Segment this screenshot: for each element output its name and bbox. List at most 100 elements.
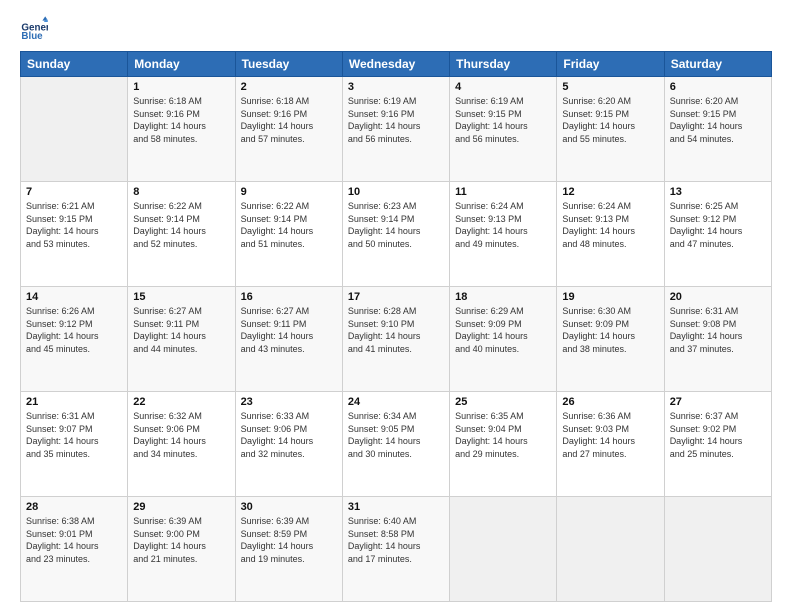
day-content: Sunrise: 6:29 AM Sunset: 9:09 PM Dayligh… — [455, 305, 551, 355]
day-cell: 16Sunrise: 6:27 AM Sunset: 9:11 PM Dayli… — [235, 287, 342, 392]
col-header-thursday: Thursday — [450, 52, 557, 77]
day-content: Sunrise: 6:33 AM Sunset: 9:06 PM Dayligh… — [241, 410, 337, 460]
day-cell — [450, 497, 557, 602]
col-header-sunday: Sunday — [21, 52, 128, 77]
day-content: Sunrise: 6:34 AM Sunset: 9:05 PM Dayligh… — [348, 410, 444, 460]
day-cell: 6 Sunrise: 6:20 AM Sunset: 9:15 PM Daylig… — [664, 77, 771, 182]
day-number: 12 — [562, 186, 658, 198]
day-content: Sunrise: 6:19 AM Sunset: 9:15 PM Dayligh… — [455, 95, 551, 145]
day-number: 1 — [133, 81, 229, 93]
day-number: 20 — [670, 291, 766, 303]
day-content: Sunrise: 6:27 AM Sunset: 9:11 PM Dayligh… — [133, 305, 229, 355]
day-content: Sunrise: 6:35 AM Sunset: 9:04 PM Dayligh… — [455, 410, 551, 460]
day-number: 14 — [26, 291, 122, 303]
day-content: Sunrise: 6:20 AM Sunset: 9:15 PM Dayligh… — [562, 95, 658, 145]
week-row-2: 7 Sunrise: 6:21 AM Sunset: 9:15 PM Daylig… — [21, 182, 772, 287]
day-number: 5 — [562, 81, 658, 93]
day-content: Sunrise: 6:32 AM Sunset: 9:06 PM Dayligh… — [133, 410, 229, 460]
week-row-5: 28 Sunrise: 6:38 AM Sunset: 9:01 PM Dayli… — [21, 497, 772, 602]
day-content: Sunrise: 6:39 AM Sunset: 9:00 PM Dayligh… — [133, 515, 229, 565]
day-cell: 24 Sunrise: 6:34 AM Sunset: 9:05 PM Dayli… — [342, 392, 449, 497]
day-number: 10 — [348, 186, 444, 198]
day-number: 27 — [670, 396, 766, 408]
column-headers: SundayMondayTuesdayWednesdayThursdayFrid… — [21, 52, 772, 77]
day-cell: 23 Sunrise: 6:33 AM Sunset: 9:06 PM Dayli… — [235, 392, 342, 497]
day-number: 7 — [26, 186, 122, 198]
day-content: Sunrise: 6:24 AM Sunset: 9:13 PM Dayligh… — [562, 200, 658, 250]
day-number: 8 — [133, 186, 229, 198]
day-content: Sunrise: 6:18 AM Sunset: 9:16 PM Dayligh… — [133, 95, 229, 145]
day-content: Sunrise: 6:38 AM Sunset: 9:01 PM Dayligh… — [26, 515, 122, 565]
day-content: Sunrise: 6:26 AM Sunset: 9:12 PM Dayligh… — [26, 305, 122, 355]
day-cell: 1 Sunrise: 6:18 AM Sunset: 9:16 PM Daylig… — [128, 77, 235, 182]
week-row-1: 1 Sunrise: 6:18 AM Sunset: 9:16 PM Daylig… — [21, 77, 772, 182]
day-number: 28 — [26, 501, 122, 513]
day-content: Sunrise: 6:21 AM Sunset: 9:15 PM Dayligh… — [26, 200, 122, 250]
day-number: 18 — [455, 291, 551, 303]
day-content: Sunrise: 6:37 AM Sunset: 9:02 PM Dayligh… — [670, 410, 766, 460]
day-content: Sunrise: 6:31 AM Sunset: 9:07 PM Dayligh… — [26, 410, 122, 460]
day-cell: 17Sunrise: 6:28 AM Sunset: 9:10 PM Dayli… — [342, 287, 449, 392]
col-header-tuesday: Tuesday — [235, 52, 342, 77]
day-content: Sunrise: 6:23 AM Sunset: 9:14 PM Dayligh… — [348, 200, 444, 250]
day-number: 11 — [455, 186, 551, 198]
day-number: 30 — [241, 501, 337, 513]
day-number: 9 — [241, 186, 337, 198]
week-row-3: 14 Sunrise: 6:26 AM Sunset: 9:12 PM Dayli… — [21, 287, 772, 392]
day-cell: 30 Sunrise: 6:39 AM Sunset: 8:59 PM Dayli… — [235, 497, 342, 602]
day-number: 2 — [241, 81, 337, 93]
day-content: Sunrise: 6:39 AM Sunset: 8:59 PM Dayligh… — [241, 515, 337, 565]
day-cell: 9Sunrise: 6:22 AM Sunset: 9:14 PM Daylig… — [235, 182, 342, 287]
day-content: Sunrise: 6:31 AM Sunset: 9:08 PM Dayligh… — [670, 305, 766, 355]
day-content: Sunrise: 6:20 AM Sunset: 9:15 PM Dayligh… — [670, 95, 766, 145]
day-number: 13 — [670, 186, 766, 198]
day-number: 15 — [133, 291, 229, 303]
day-number: 4 — [455, 81, 551, 93]
day-cell: 19 Sunrise: 6:30 AM Sunset: 9:09 PM Dayli… — [557, 287, 664, 392]
day-content: Sunrise: 6:28 AM Sunset: 9:10 PM Dayligh… — [348, 305, 444, 355]
svg-text:Blue: Blue — [21, 31, 43, 42]
day-cell: 13 Sunrise: 6:25 AM Sunset: 9:12 PM Dayli… — [664, 182, 771, 287]
day-cell: 18 Sunrise: 6:29 AM Sunset: 9:09 PM Dayli… — [450, 287, 557, 392]
day-content: Sunrise: 6:40 AM Sunset: 8:58 PM Dayligh… — [348, 515, 444, 565]
day-cell: 26Sunrise: 6:36 AM Sunset: 9:03 PM Dayli… — [557, 392, 664, 497]
day-content: Sunrise: 6:27 AM Sunset: 9:11 PM Dayligh… — [241, 305, 337, 355]
day-content: Sunrise: 6:22 AM Sunset: 9:14 PM Dayligh… — [133, 200, 229, 250]
day-number: 23 — [241, 396, 337, 408]
day-cell: 8 Sunrise: 6:22 AM Sunset: 9:14 PM Daylig… — [128, 182, 235, 287]
day-cell: 12 Sunrise: 6:24 AM Sunset: 9:13 PM Dayli… — [557, 182, 664, 287]
day-cell — [664, 497, 771, 602]
col-header-saturday: Saturday — [664, 52, 771, 77]
week-row-4: 21 Sunrise: 6:31 AM Sunset: 9:07 PM Dayli… — [21, 392, 772, 497]
day-cell: 31 Sunrise: 6:40 AM Sunset: 8:58 PM Dayli… — [342, 497, 449, 602]
day-cell: 5 Sunrise: 6:20 AM Sunset: 9:15 PM Daylig… — [557, 77, 664, 182]
calendar-table: SundayMondayTuesdayWednesdayThursdayFrid… — [20, 51, 772, 602]
page-header: General Blue — [20, 15, 772, 43]
col-header-monday: Monday — [128, 52, 235, 77]
day-cell: 2Sunrise: 6:18 AM Sunset: 9:16 PM Daylig… — [235, 77, 342, 182]
day-number: 21 — [26, 396, 122, 408]
day-cell: 21 Sunrise: 6:31 AM Sunset: 9:07 PM Dayli… — [21, 392, 128, 497]
day-content: Sunrise: 6:25 AM Sunset: 9:12 PM Dayligh… — [670, 200, 766, 250]
day-cell: 29 Sunrise: 6:39 AM Sunset: 9:00 PM Dayli… — [128, 497, 235, 602]
day-cell: 20 Sunrise: 6:31 AM Sunset: 9:08 PM Dayli… — [664, 287, 771, 392]
day-number: 24 — [348, 396, 444, 408]
day-number: 6 — [670, 81, 766, 93]
day-content: Sunrise: 6:36 AM Sunset: 9:03 PM Dayligh… — [562, 410, 658, 460]
day-number: 29 — [133, 501, 229, 513]
day-content: Sunrise: 6:30 AM Sunset: 9:09 PM Dayligh… — [562, 305, 658, 355]
day-cell: 4 Sunrise: 6:19 AM Sunset: 9:15 PM Daylig… — [450, 77, 557, 182]
day-cell: 3Sunrise: 6:19 AM Sunset: 9:16 PM Daylig… — [342, 77, 449, 182]
day-cell: 28 Sunrise: 6:38 AM Sunset: 9:01 PM Dayli… — [21, 497, 128, 602]
col-header-wednesday: Wednesday — [342, 52, 449, 77]
day-cell — [557, 497, 664, 602]
day-cell: 10 Sunrise: 6:23 AM Sunset: 9:14 PM Dayli… — [342, 182, 449, 287]
day-cell: 11Sunrise: 6:24 AM Sunset: 9:13 PM Dayli… — [450, 182, 557, 287]
day-content: Sunrise: 6:19 AM Sunset: 9:16 PM Dayligh… — [348, 95, 444, 145]
day-cell: 22 Sunrise: 6:32 AM Sunset: 9:06 PM Dayli… — [128, 392, 235, 497]
logo-icon: General Blue — [20, 15, 48, 43]
day-number: 31 — [348, 501, 444, 513]
day-number: 19 — [562, 291, 658, 303]
day-cell: 25Sunrise: 6:35 AM Sunset: 9:04 PM Dayli… — [450, 392, 557, 497]
day-number: 22 — [133, 396, 229, 408]
